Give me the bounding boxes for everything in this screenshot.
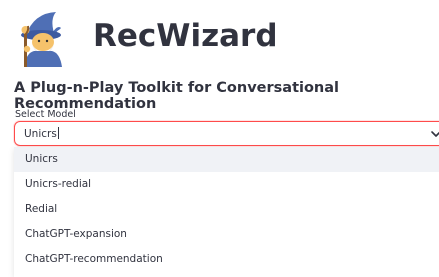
option-label: Unicrs-redial [25, 178, 92, 190]
model-select-text: Unicrs [24, 128, 57, 140]
model-dropdown-list: Unicrs Unicrs-redial Redial ChatGPT-expa… [14, 147, 439, 277]
option-chatgpt-expansion[interactable]: ChatGPT-expansion [14, 222, 439, 247]
model-select[interactable]: Unicrs [14, 121, 439, 146]
option-label: Redial [25, 203, 58, 215]
option-label: Unicrs [25, 153, 58, 165]
app-title: RecWizard [93, 18, 278, 54]
option-unicrs[interactable]: Unicrs [14, 147, 439, 172]
option-redial[interactable]: Redial [14, 197, 439, 222]
text-cursor [57, 127, 59, 139]
select-model-label: Select Model [15, 109, 76, 120]
model-select-value[interactable]: Unicrs [24, 127, 59, 140]
chevron-down-icon[interactable] [430, 128, 439, 140]
wizard-logo-icon [21, 12, 62, 67]
option-label: ChatGPT-expansion [25, 228, 127, 240]
app-subtitle: A Plug-n-Play Toolkit for Conversational… [14, 80, 340, 112]
option-unicrs-redial[interactable]: Unicrs-redial [14, 172, 439, 197]
option-label: ChatGPT-recommendation [25, 253, 163, 265]
option-chatgpt-recommendation[interactable]: ChatGPT-recommendation [14, 247, 439, 272]
